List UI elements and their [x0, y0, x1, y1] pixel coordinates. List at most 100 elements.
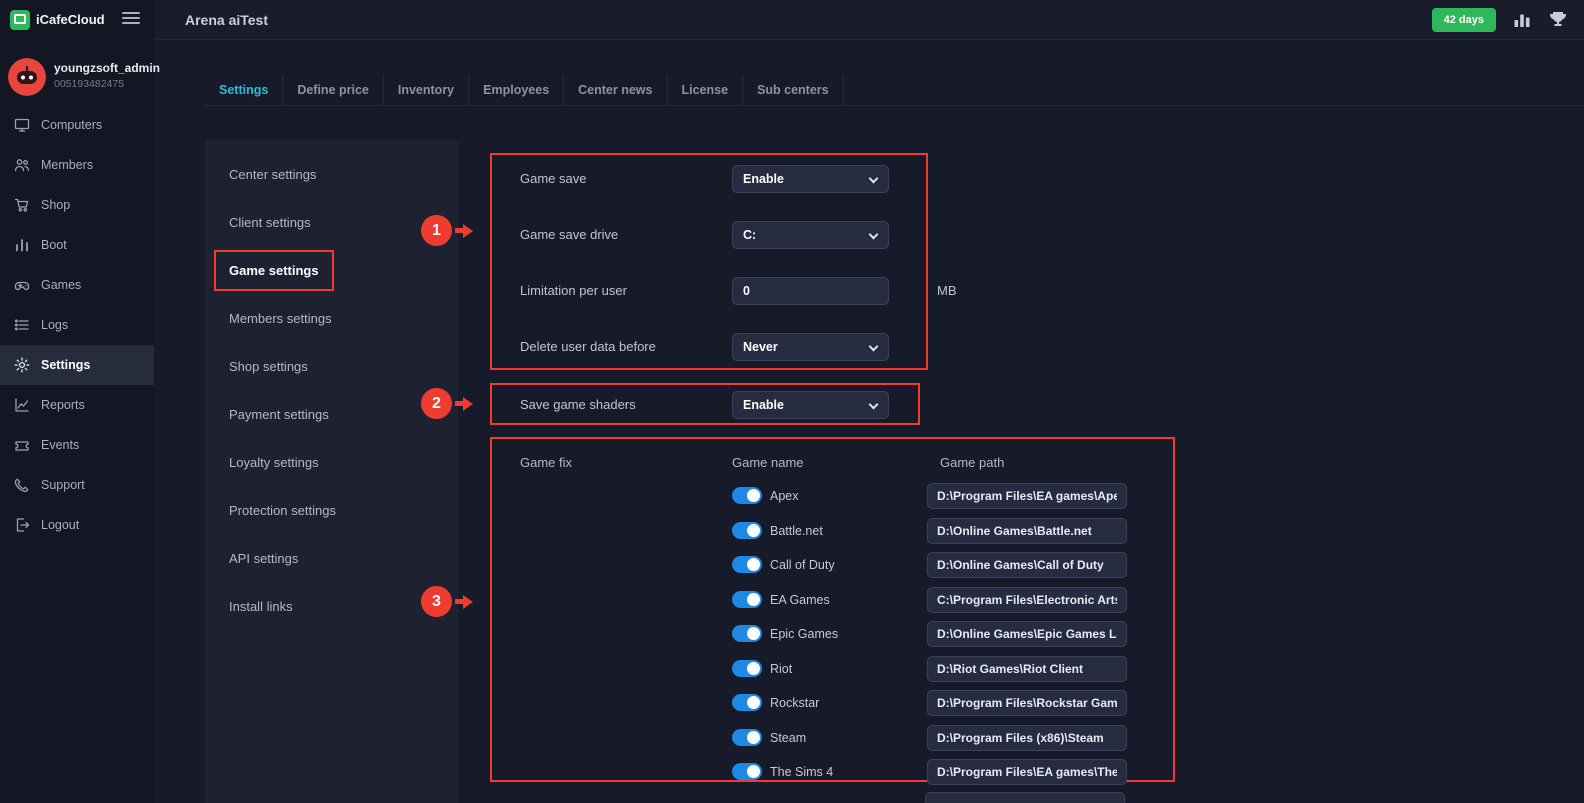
- game-fix-row: Apex: [492, 483, 1173, 509]
- limitation-per-user-label: Limitation per user: [520, 277, 627, 305]
- settings-nav-label: Install links: [229, 599, 293, 614]
- stats-bars-icon[interactable]: [1512, 10, 1532, 30]
- annotation-1-number: 1: [421, 215, 452, 246]
- sidebar-item-events[interactable]: Events: [0, 425, 154, 465]
- center-title: Arena aiTest: [185, 12, 268, 28]
- chevron-down-icon: [869, 400, 879, 410]
- game-fix-row: Riot: [492, 656, 1173, 682]
- settings-nav-protection-settings[interactable]: Protection settings: [205, 486, 458, 534]
- tab-sub-centers[interactable]: Sub centers: [743, 75, 844, 105]
- sidebar-item-label: Settings: [41, 358, 90, 372]
- icafecloud-logo-icon: [10, 10, 30, 30]
- settings-nav-game-settings[interactable]: Game settings: [205, 246, 458, 294]
- sidebar-item-label: Support: [41, 478, 85, 492]
- sidebar-item-logout[interactable]: Logout: [0, 505, 154, 545]
- settings-nav-center-settings[interactable]: Center settings: [205, 150, 458, 198]
- sidebar-item-support[interactable]: Support: [0, 465, 154, 505]
- tab-label: Inventory: [398, 83, 454, 97]
- logout-icon: [14, 517, 30, 533]
- game-path-input[interactable]: [927, 552, 1127, 578]
- hamburger-menu-icon[interactable]: [122, 12, 140, 27]
- sidebar-item-settings[interactable]: Settings: [0, 345, 154, 385]
- settings-nav-loyalty-settings[interactable]: Loyalty settings: [205, 438, 458, 486]
- game-name: Steam: [770, 725, 806, 751]
- tab-inventory[interactable]: Inventory: [384, 75, 469, 105]
- tab-license[interactable]: License: [668, 75, 744, 105]
- game-fix-row: The Sims 4: [492, 759, 1173, 785]
- logs-list-icon: [14, 317, 30, 333]
- game-fix-row: Rockstar: [492, 690, 1173, 716]
- game-path-input-partial[interactable]: [925, 792, 1125, 803]
- chart-icon: [14, 397, 30, 413]
- computers-icon: [14, 117, 30, 133]
- topbar-actions: 42 days: [1432, 8, 1568, 32]
- game-fix-toggle[interactable]: [732, 763, 762, 780]
- game-path-input[interactable]: [927, 656, 1127, 682]
- game-name: Call of Duty: [770, 552, 835, 578]
- tab-settings[interactable]: Settings: [205, 75, 283, 105]
- game-save-select[interactable]: Enable: [732, 165, 889, 193]
- arrow-right-icon: [455, 397, 473, 411]
- game-save-settings-group: Game save Enable Game save drive C: Limi…: [490, 153, 928, 370]
- game-fix-toggle[interactable]: [732, 591, 762, 608]
- tab-label: License: [682, 83, 729, 97]
- game-save-drive-select[interactable]: C:: [732, 221, 889, 249]
- game-fix-toggle[interactable]: [732, 660, 762, 677]
- game-fix-toggle[interactable]: [732, 625, 762, 642]
- game-fix-column: Game fix: [520, 451, 572, 475]
- tabbar: Settings Define price Inventory Employee…: [205, 75, 1584, 106]
- game-fix-toggle[interactable]: [732, 487, 762, 504]
- limitation-per-user-input[interactable]: [732, 277, 889, 305]
- game-path-input[interactable]: [927, 621, 1127, 647]
- tab-center-news[interactable]: Center news: [564, 75, 667, 105]
- game-path-input[interactable]: [927, 725, 1127, 751]
- tab-employees[interactable]: Employees: [469, 75, 564, 105]
- save-game-shaders-select[interactable]: Enable: [732, 391, 889, 419]
- game-path-input[interactable]: [927, 759, 1127, 785]
- game-fix-toggle[interactable]: [732, 694, 762, 711]
- game-name: EA Games: [770, 587, 830, 613]
- game-path-input[interactable]: [927, 690, 1127, 716]
- license-days-badge[interactable]: 42 days: [1432, 8, 1496, 32]
- topbar: iCafeCloud Arena aiTest 42 days: [0, 0, 1584, 40]
- game-name: Epic Games: [770, 621, 838, 647]
- settings-nav-api-settings[interactable]: API settings: [205, 534, 458, 582]
- game-name: The Sims 4: [770, 759, 833, 785]
- game-fix-toggle[interactable]: [732, 729, 762, 746]
- game-path-input[interactable]: [927, 483, 1127, 509]
- chevron-down-icon: [869, 342, 879, 352]
- game-fix-toggle[interactable]: [732, 556, 762, 573]
- sidebar-item-members[interactable]: Members: [0, 145, 154, 185]
- sidebar-item-label: Shop: [41, 198, 70, 212]
- game-fix-row: Call of Duty: [492, 552, 1173, 578]
- game-fix-row: Steam: [492, 725, 1173, 751]
- settings-nav-label: Protection settings: [229, 503, 336, 518]
- tab-define-price[interactable]: Define price: [283, 75, 384, 105]
- user-profile[interactable]: youngzsoft_admin 005193482475: [0, 40, 154, 105]
- game-fix-toggle[interactable]: [732, 522, 762, 539]
- delete-user-data-before-label: Delete user data before: [520, 333, 656, 361]
- user-id: 005193482475: [54, 78, 160, 90]
- sidebar-item-shop[interactable]: Shop: [0, 185, 154, 225]
- sidebar-item-reports[interactable]: Reports: [0, 385, 154, 425]
- settings-nav-members-settings[interactable]: Members settings: [205, 294, 458, 342]
- logo-area: iCafeCloud: [0, 0, 154, 40]
- game-path-input[interactable]: [927, 587, 1127, 613]
- tab-label: Settings: [219, 83, 268, 97]
- delete-user-data-before-select[interactable]: Never: [732, 333, 889, 361]
- settings-nav-shop-settings[interactable]: Shop settings: [205, 342, 458, 390]
- phone-icon: [14, 477, 30, 493]
- annotation-3-number: 3: [421, 586, 452, 617]
- game-fix-row: Epic Games: [492, 621, 1173, 647]
- sidebar-item-computers[interactable]: Computers: [0, 105, 154, 145]
- sidebar-item-logs[interactable]: Logs: [0, 305, 154, 345]
- game-name-column: Game name: [732, 451, 804, 475]
- sidebar-item-boot[interactable]: Boot: [0, 225, 154, 265]
- sidebar-item-games[interactable]: Games: [0, 265, 154, 305]
- game-path-input[interactable]: [927, 518, 1127, 544]
- game-fix-header: Game fix Game name Game path: [492, 451, 1173, 475]
- trophy-icon[interactable]: [1548, 10, 1568, 30]
- game-fix-group: Game fix Game name Game path Apex Battle…: [490, 437, 1175, 782]
- settings-nav-label: Loyalty settings: [229, 455, 319, 470]
- chevron-down-icon: [869, 230, 879, 240]
